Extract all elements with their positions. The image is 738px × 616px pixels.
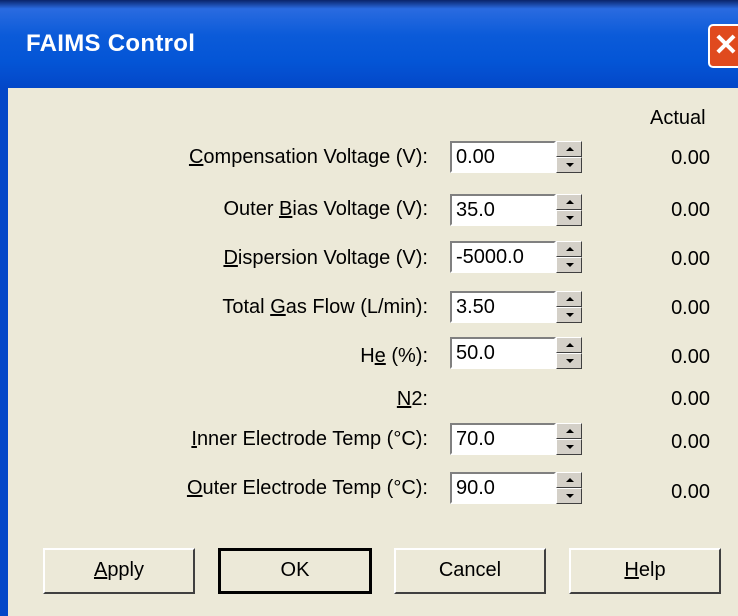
total-gas-flow-label: Total Gas Flow (L/min): xyxy=(222,296,428,318)
spin-up-button[interactable] xyxy=(556,194,582,210)
n2-actual: 0.00 xyxy=(671,388,710,410)
close-icon: ✕ xyxy=(713,29,738,62)
help-button[interactable]: Help xyxy=(569,548,721,594)
apply-button[interactable]: Apply xyxy=(43,548,195,594)
dispersion-voltage-label: Dispersion Voltage (V): xyxy=(223,247,428,269)
spin-down-button[interactable] xyxy=(556,353,582,369)
spin-up-arrow-icon xyxy=(566,478,574,482)
he-percent-input[interactable]: 50.0 xyxy=(450,337,556,369)
he-percent-spinner[interactable] xyxy=(556,337,582,369)
spin-down-button[interactable] xyxy=(556,488,582,504)
title-bar[interactable]: FAIMS Control ✕ xyxy=(0,0,738,88)
spin-up-arrow-icon xyxy=(566,200,574,204)
spin-down-arrow-icon xyxy=(566,216,574,220)
outer-electrode-temp-input[interactable]: 90.0 xyxy=(450,472,556,504)
spin-down-arrow-icon xyxy=(566,359,574,363)
spin-up-button[interactable] xyxy=(556,241,582,257)
dispersion-voltage-actual: 0.00 xyxy=(671,248,710,270)
spin-up-arrow-icon xyxy=(566,429,574,433)
window-title: FAIMS Control xyxy=(26,30,196,57)
ok-button[interactable]: OK xyxy=(218,548,372,594)
outer-bias-voltage-spinner[interactable] xyxy=(556,194,582,226)
spin-up-button[interactable] xyxy=(556,472,582,488)
cancel-button[interactable]: Cancel xyxy=(394,548,546,594)
inner-electrode-temp-actual: 0.00 xyxy=(671,431,710,453)
spin-down-arrow-icon xyxy=(566,263,574,267)
outer-bias-voltage-input[interactable]: 35.0 xyxy=(450,194,556,226)
spin-down-button[interactable] xyxy=(556,157,582,173)
spin-down-button[interactable] xyxy=(556,307,582,323)
spin-down-button[interactable] xyxy=(556,439,582,455)
spin-up-button[interactable] xyxy=(556,291,582,307)
spin-down-arrow-icon xyxy=(566,163,574,167)
spin-up-button[interactable] xyxy=(556,337,582,353)
total-gas-flow-actual: 0.00 xyxy=(671,297,710,319)
spin-down-button[interactable] xyxy=(556,210,582,226)
window-frame-left xyxy=(0,88,8,616)
inner-electrode-temp-spinner[interactable] xyxy=(556,423,582,455)
spin-up-button[interactable] xyxy=(556,141,582,157)
close-button[interactable]: ✕ xyxy=(708,24,738,68)
spin-down-arrow-icon xyxy=(566,494,574,498)
compensation-voltage-spinner[interactable] xyxy=(556,141,582,173)
spin-up-button[interactable] xyxy=(556,423,582,439)
spin-down-button[interactable] xyxy=(556,257,582,273)
outer-electrode-temp-label: Outer Electrode Temp (°C): xyxy=(186,477,428,499)
spin-up-arrow-icon xyxy=(566,147,574,151)
total-gas-flow-spinner[interactable] xyxy=(556,291,582,323)
he-percent-actual: 0.00 xyxy=(671,346,710,368)
he-percent-label: He (%): xyxy=(360,345,428,367)
inner-electrode-temp-input[interactable]: 70.0 xyxy=(450,423,556,455)
n2-label: N2: xyxy=(396,388,428,410)
outer-electrode-temp-actual: 0.00 xyxy=(671,481,710,503)
dispersion-voltage-input[interactable]: -5000.0 xyxy=(450,241,556,273)
compensation-voltage-actual: 0.00 xyxy=(671,147,710,169)
faims-control-dialog: FAIMS Control ✕ Actual Compensation Volt… xyxy=(0,0,738,616)
inner-electrode-temp-label: Inner Electrode Temp (°C): xyxy=(191,428,428,450)
outer-bias-voltage-actual: 0.00 xyxy=(671,199,710,221)
compensation-voltage-input[interactable]: 0.00 xyxy=(450,141,556,173)
spin-down-arrow-icon xyxy=(566,445,574,449)
spin-down-arrow-icon xyxy=(566,313,574,317)
spin-up-arrow-icon xyxy=(566,247,574,251)
actual-column-header: Actual xyxy=(650,107,706,129)
spin-up-arrow-icon xyxy=(566,343,574,347)
dispersion-voltage-spinner[interactable] xyxy=(556,241,582,273)
compensation-voltage-label: Compensation Voltage (V): xyxy=(188,146,428,168)
outer-electrode-temp-spinner[interactable] xyxy=(556,472,582,504)
spin-up-arrow-icon xyxy=(566,297,574,301)
outer-bias-voltage-label: Outer Bias Voltage (V): xyxy=(223,198,428,220)
total-gas-flow-input[interactable]: 3.50 xyxy=(450,291,556,323)
